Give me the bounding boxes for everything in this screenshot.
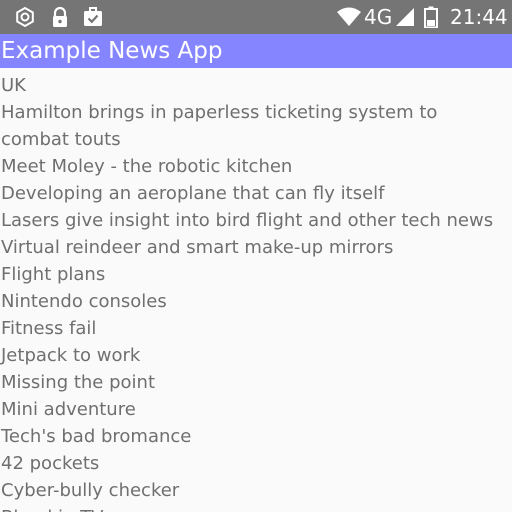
lock-icon xyxy=(53,6,67,27)
list-item[interactable]: Meet Moley - the robotic kitchen xyxy=(0,153,509,180)
list-item[interactable]: Virtual reindeer and smart make-up mirro… xyxy=(0,234,509,261)
app-screen: 4G 21:44 Example News App New high-tech … xyxy=(0,0,512,512)
app-title: Example News App xyxy=(1,38,223,64)
briefcase-icon xyxy=(84,7,102,26)
status-bar: 4G 21:44 xyxy=(0,0,512,34)
list-item[interactable]: Developing an aeroplane that can fly its… xyxy=(0,180,509,207)
list-item[interactable]: Tech's bad bromance xyxy=(0,423,509,450)
list-item[interactable]: Mini adventure xyxy=(0,396,509,423)
list-item[interactable]: Lasers give insight into bird flight and… xyxy=(0,207,509,234)
list-item[interactable]: Missing the point xyxy=(0,369,509,396)
list-item[interactable]: 42 pockets xyxy=(0,450,509,477)
list-item[interactable]: Hamilton brings in paperless ticketing s… xyxy=(0,99,509,153)
app-bar: Example News App xyxy=(0,34,512,68)
camera-icon xyxy=(16,6,34,28)
list-item[interactable]: Blend in TVs xyxy=(0,504,509,512)
status-time: 21:44 xyxy=(450,5,508,29)
wifi-icon xyxy=(337,7,361,26)
signal-icon xyxy=(396,8,414,26)
battery-icon xyxy=(424,6,438,28)
list-item[interactable]: Flight plans xyxy=(0,261,509,288)
list-item[interactable]: Fitness fail xyxy=(0,315,509,342)
news-list[interactable]: New high-tech driverless car approved fo… xyxy=(0,45,512,512)
list-item[interactable]: Cyber-bully checker xyxy=(0,477,509,504)
network-type-label: 4G xyxy=(364,5,393,29)
list-item[interactable]: Nintendo consoles xyxy=(0,288,509,315)
list-item[interactable]: Jetpack to work xyxy=(0,342,509,369)
